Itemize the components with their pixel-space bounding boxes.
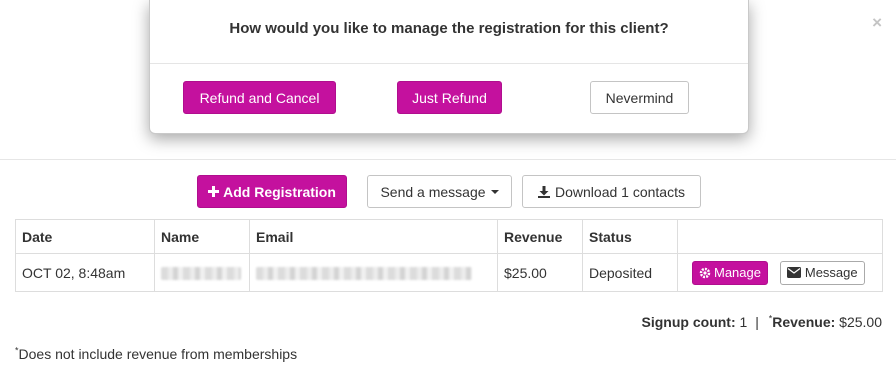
modal-question: How would you like to manage the registr… bbox=[150, 0, 748, 64]
close-icon[interactable]: × bbox=[872, 14, 882, 31]
manage-button[interactable]: Manage bbox=[692, 260, 768, 285]
table-row: OCT 02, 8:48am $25.00 Deposited Manage M… bbox=[15, 253, 883, 292]
modal-actions: Refund and Cancel Just Refund Nevermind bbox=[150, 64, 748, 133]
row-actions: Manage Message bbox=[677, 253, 883, 292]
registration-summary: Signup count: 1 | *Revenue: $25.00 bbox=[642, 314, 882, 330]
row-email bbox=[249, 253, 498, 292]
footnote-text: Does not include revenue from membership… bbox=[18, 346, 298, 362]
revenue-total-value: $25.00 bbox=[839, 314, 882, 330]
column-actions bbox=[677, 219, 883, 254]
signup-count-label: Signup count: bbox=[641, 314, 736, 330]
refund-and-cancel-button[interactable]: Refund and Cancel bbox=[183, 81, 336, 114]
revenue-footnote: *Does not include revenue from membershi… bbox=[15, 346, 297, 362]
column-email: Email bbox=[249, 219, 498, 254]
message-label: Message bbox=[804, 265, 858, 280]
plus-icon bbox=[208, 186, 220, 197]
table-header-row: Date Name Email Revenue Status bbox=[15, 219, 883, 254]
column-status: Status bbox=[582, 219, 678, 254]
column-revenue: Revenue bbox=[497, 219, 583, 254]
manage-label: Manage bbox=[714, 265, 761, 280]
row-status: Deposited bbox=[582, 253, 678, 292]
send-message-dropdown[interactable]: Send a message bbox=[367, 175, 512, 208]
section-divider bbox=[0, 159, 896, 160]
add-registration-label: Add Registration bbox=[223, 183, 336, 200]
column-name: Name bbox=[154, 219, 250, 254]
send-message-label: Send a message bbox=[380, 183, 486, 200]
envelope-icon bbox=[786, 267, 801, 278]
download-contacts-button[interactable]: Download 1 contacts bbox=[522, 175, 701, 208]
summary-separator: | bbox=[755, 314, 759, 330]
nevermind-button[interactable]: Nevermind bbox=[590, 81, 689, 114]
caret-down-icon bbox=[490, 189, 499, 194]
registrations-table: Date Name Email Revenue Status OCT 02, 8… bbox=[15, 219, 883, 292]
download-contacts-label: Download 1 contacts bbox=[555, 183, 685, 200]
just-refund-button[interactable]: Just Refund bbox=[397, 81, 502, 114]
redacted-email bbox=[256, 267, 472, 281]
download-icon bbox=[538, 185, 551, 198]
message-button[interactable]: Message bbox=[779, 260, 865, 285]
revenue-total-label: Revenue: bbox=[772, 314, 836, 330]
gear-icon bbox=[699, 267, 711, 278]
column-date: Date bbox=[15, 219, 155, 254]
row-date: OCT 02, 8:48am bbox=[15, 253, 155, 292]
row-revenue: $25.00 bbox=[497, 253, 583, 292]
manage-registration-modal: How would you like to manage the registr… bbox=[149, 0, 749, 134]
signup-count-value: 1 bbox=[739, 314, 748, 330]
redacted-name bbox=[161, 267, 241, 281]
row-name bbox=[154, 253, 250, 292]
add-registration-button[interactable]: Add Registration bbox=[197, 175, 347, 208]
